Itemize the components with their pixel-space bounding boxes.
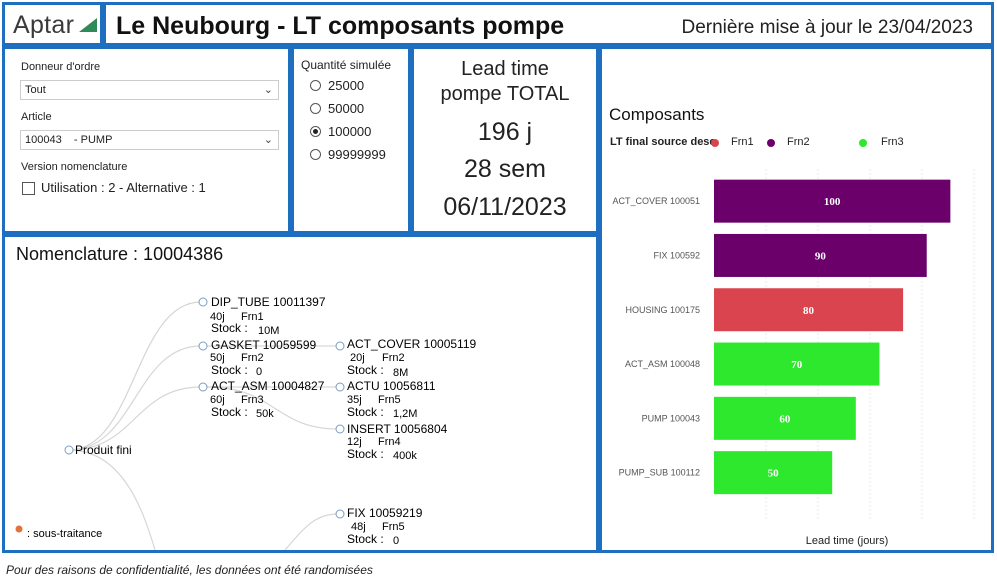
tree-node-actu[interactable] [335,382,345,392]
chevron-down-icon: ⌄ [263,84,273,96]
radio-label-99999999: 99999999 [328,147,386,162]
donneur-value: Tout [25,84,46,96]
donneur-select[interactable]: Tout ⌄ [20,80,279,100]
data-label: 80 [803,305,815,317]
data-label: 100 [824,196,841,208]
article-select[interactable]: 100043 - PUMP ⌄ [20,130,279,150]
radio-99999999[interactable] [310,149,321,160]
version-option-label: Utilisation : 2 - Alternative : 1 [41,180,206,195]
quantity-label: Quantité simulée [301,58,392,72]
lead-time-card: Lead time pompe TOTAL 196 j 28 sem 06/11… [411,46,599,234]
tree-root-node[interactable] [64,445,74,455]
subcontract-legend-label: : sous-traitance [27,528,102,540]
aptar-logo-text: Aptar [13,11,75,39]
tree-root-label: Produit fini [75,443,132,457]
lead-days: 196 j [477,118,533,146]
node-stock-label: Stock : [211,363,248,377]
tree-node-fix[interactable] [335,509,345,519]
node-stock-label: Stock : [347,447,384,461]
lead-weeks: 28 sem [464,155,546,183]
article-value: 100043 - PUMP [25,134,113,146]
tree-node-act-cover[interactable] [335,341,345,351]
page-title: Le Neubourg - LT composants pompe [116,12,565,40]
node-name: ACT_ASM 10004827 [211,379,325,393]
data-label: 70 [791,359,803,371]
category-label: PUMP 100043 [642,413,700,423]
confidentiality-footnote: Pour des raisons de confidentialité, les… [6,563,373,577]
node-name: ACT_COVER 10005119 [347,337,477,351]
nomenclature-panel: Nomenclature : 10004386 Produit fini DIP… [2,234,599,553]
components-panel: Composants LT final source desc Frn1 Frn… [599,46,994,553]
node-stock-label: Stock : [211,405,248,419]
node-stock: 1,2M [393,408,417,420]
node-name: GASKET 10059599 [211,338,317,352]
quantity-panel: Quantité simulée 25000 50000 100000 9999… [291,46,411,234]
article-label: Article [21,111,52,123]
radio-100000[interactable] [310,126,321,137]
node-stock-label: Stock : [347,532,384,546]
version-checkbox[interactable] [22,182,35,195]
radio-25000[interactable] [310,80,321,91]
node-name: INSERT 10056804 [347,422,448,436]
version-label: Version nomenclature [21,161,128,173]
node-stock: 0 [256,366,262,378]
lead-title-line2: pompe TOTAL [440,83,570,105]
lead-title-line1: Lead time [461,58,549,80]
node-stock: 8M [393,367,408,379]
category-label: FIX 100592 [653,250,700,260]
radio-label-100000: 100000 [328,124,372,139]
node-frn: Frn2 [382,352,405,364]
tree-node-dip-tube[interactable] [198,297,208,307]
node-stock-label: Stock : [211,321,248,335]
nomenclature-tree: Produit fini DIP_TUBE 10011397 40j Frn1 … [15,295,477,550]
category-label: HOUSING 100175 [625,305,700,315]
logo-triangle-icon [79,18,97,32]
category-label: ACT_COVER 100051 [612,196,700,206]
node-stock-label: Stock : [347,405,384,419]
radio-label-25000: 25000 [328,78,365,93]
data-label: 60 [779,413,791,425]
logo-panel: Aptar [2,2,103,46]
subcontract-legend-dot [15,525,23,533]
lead-time-bar-chart: ACT_COVER 100051 100 FIX 100592 90 HOUSING 1… [612,169,975,547]
header-bar: Le Neubourg - LT composants pompe Derniè… [103,2,994,46]
data-label: 90 [815,250,827,262]
node-stock: 50k [256,408,274,420]
lead-date: 06/11/2023 [443,193,567,221]
data-label: 50 [768,468,780,480]
node-name: DIP_TUBE 10011397 [211,295,326,309]
filters-panel: Donneur d'ordre Tout ⌄ Article 100043 - … [2,46,291,234]
chevron-down-icon: ⌄ [263,134,273,146]
x-axis-label: Lead time (jours) [806,535,889,547]
last-update-label: Dernière mise à jour le [681,17,873,38]
node-name: FIX 10059219 [347,506,423,520]
last-update-date: 23/04/2023 [877,17,973,38]
category-label: ACT_ASM 100048 [625,359,700,369]
node-stock: 0 [393,535,399,547]
radio-label-50000: 50000 [328,101,365,116]
node-stock-label: Stock : [347,363,384,377]
last-update: Dernière mise à jour le 23/04/2023 [681,17,973,39]
node-frn: Frn5 [382,521,405,533]
tree-node-insert[interactable] [335,424,345,434]
donneur-label: Donneur d'ordre [21,61,101,73]
tree-node-act-asm[interactable] [198,382,208,392]
node-name: ACTU 10056811 [347,379,436,393]
node-stock: 400k [393,450,417,462]
radio-50000[interactable] [310,103,321,114]
tree-node-gasket[interactable] [198,341,208,351]
category-label: PUMP_SUB 100112 [619,468,700,478]
node-stock: 10M [258,325,279,337]
